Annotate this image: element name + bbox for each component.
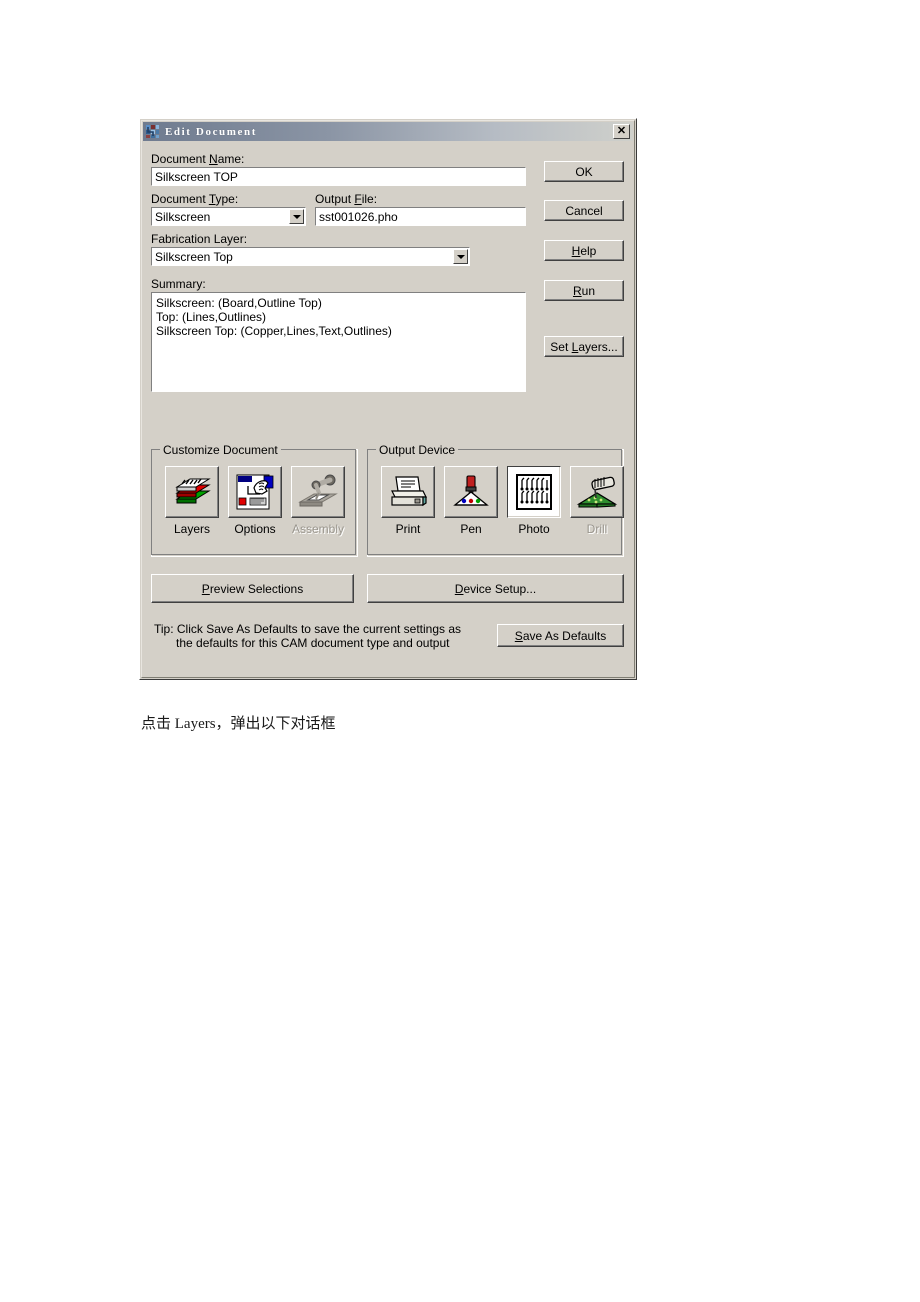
assembly-button <box>291 466 345 518</box>
close-icon[interactable]: ✕ <box>613 124 630 139</box>
document-name-input[interactable]: Silkscreen TOP <box>151 167 526 186</box>
tip-line-2: the defaults for this CAM document type … <box>176 636 450 650</box>
output-file-label: Output File: <box>315 192 378 206</box>
preview-selections-button[interactable]: Preview Selections <box>151 574 354 603</box>
document-name-label: Document Name: <box>151 152 245 166</box>
fabrication-layer-label: Fabrication Layer: <box>151 232 248 246</box>
options-button-label: Options <box>234 522 276 536</box>
fabrication-layer-combobox[interactable]: Silkscreen Top <box>151 247 470 266</box>
robot-arm-icon <box>298 474 338 507</box>
print-button-label: Print <box>395 522 421 536</box>
summary-label: Summary: <box>151 277 206 291</box>
drill-icon <box>576 476 618 508</box>
cancel-button[interactable]: Cancel <box>544 200 624 221</box>
fabrication-layer-value: Silkscreen Top <box>155 249 233 264</box>
summary-line: Silkscreen Top: (Copper,Lines,Text,Outli… <box>156 324 392 338</box>
document-type-label: Document Type: <box>151 192 239 206</box>
summary-listbox[interactable]: Silkscreen: (Board,Outline Top) Top: (Li… <box>151 292 526 392</box>
document-type-combobox[interactable]: Silkscreen <box>151 207 306 226</box>
help-button[interactable]: Help <box>544 240 624 261</box>
set-layers-button[interactable]: Set Layers... <box>544 336 624 357</box>
device-setup-button[interactable]: Device Setup... <box>367 574 624 603</box>
tip-text: Tip: Click Save As Defaults to save the … <box>154 622 461 650</box>
chevron-down-icon[interactable] <box>453 249 468 264</box>
output-device-title: Output Device <box>376 443 459 457</box>
run-button[interactable]: Run <box>544 280 624 301</box>
hand-options-icon <box>236 474 274 510</box>
cam-document-icon <box>145 124 161 139</box>
dialog-title: Edit Document <box>165 125 257 138</box>
drill-button <box>570 466 624 518</box>
options-button[interactable] <box>228 466 282 518</box>
photoplotter-icon <box>516 474 552 510</box>
dialog-titlebar[interactable]: Edit Document ✕ <box>143 122 633 141</box>
photo-button[interactable] <box>507 466 561 518</box>
output-device-group: Output Device Print Pen Photo Drill <box>367 443 624 557</box>
save-as-defaults-button[interactable]: Save As Defaults <box>497 624 624 647</box>
print-button[interactable] <box>381 466 435 518</box>
output-file-input[interactable]: sst001026.pho <box>315 207 526 226</box>
pen-plotter-icon <box>453 475 489 506</box>
ok-button[interactable]: OK <box>544 161 624 182</box>
layers-button-label: Layers <box>173 522 211 536</box>
tip-line-1: Tip: Click Save As Defaults to save the … <box>154 622 462 636</box>
pen-button-label: Pen <box>460 522 482 536</box>
summary-line: Silkscreen: (Board,Outline Top) <box>156 296 322 310</box>
assembly-button-label: Assembly <box>291 522 344 536</box>
layers-stack-icon <box>175 478 211 504</box>
printer-icon <box>391 476 427 507</box>
chevron-down-icon[interactable] <box>289 209 304 224</box>
page-caption: 点击 Layers，弹出以下对话框 <box>141 716 336 732</box>
photo-button-label: Photo <box>518 522 550 536</box>
document-type-value: Silkscreen <box>155 209 211 224</box>
summary-line: Top: (Lines,Outlines) <box>156 310 267 324</box>
customize-document-title: Customize Document <box>160 443 281 457</box>
pen-button[interactable] <box>444 466 498 518</box>
layers-button[interactable] <box>165 466 219 518</box>
customize-document-group: Customize Document Layers Options Assemb… <box>151 443 358 557</box>
drill-button-label: Drill <box>586 522 608 536</box>
edit-document-dialog: Edit Document ✕ Document Name: Silkscree… <box>139 118 637 680</box>
